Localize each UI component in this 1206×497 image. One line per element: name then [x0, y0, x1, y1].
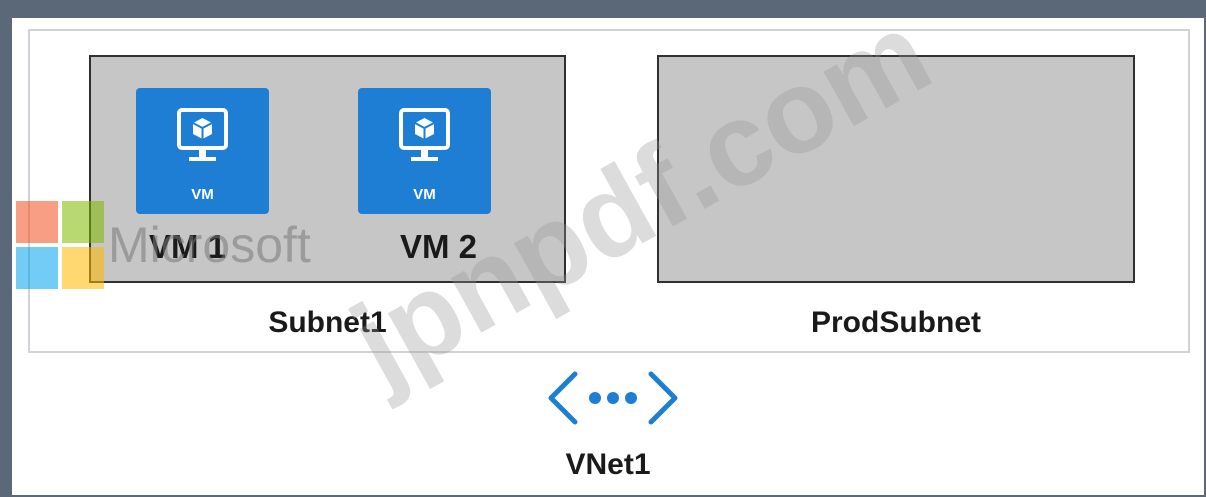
vm1-tile-label: VM	[191, 186, 214, 203]
microsoft-logo-watermark	[16, 201, 104, 289]
vm2-tile: VM	[358, 88, 491, 214]
vm1-tile: VM	[136, 88, 269, 214]
virtual-machine-icon	[399, 108, 450, 161]
virtual-machine-icon	[177, 108, 228, 161]
vnet-label: VNet1	[565, 448, 651, 481]
vm1-name: VM 1	[149, 228, 227, 265]
prodsubnet-label: ProdSubnet	[811, 306, 981, 339]
vm2-tile-label: VM	[413, 186, 436, 203]
vm2-name: VM 2	[400, 228, 478, 265]
virtual-network-icon	[548, 371, 678, 425]
diagram-canvas: VM VM VM 1 VM 2 Subnet1 ProdSubnet VNet1…	[12, 18, 1204, 495]
subnet1-label: Subnet1	[268, 306, 387, 339]
prodsubnet-box	[657, 55, 1135, 283]
